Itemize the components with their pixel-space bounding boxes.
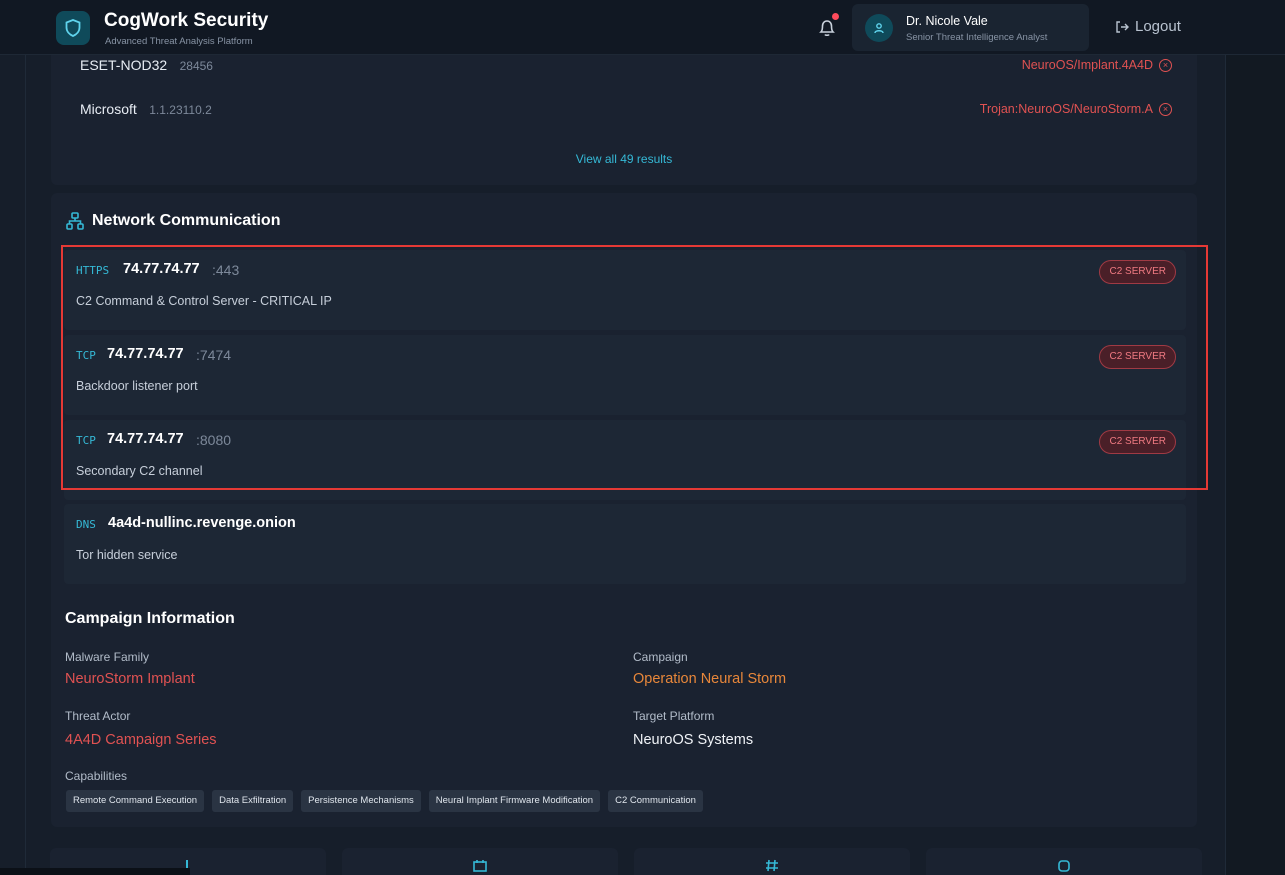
avatar[interactable] (865, 14, 893, 42)
capability-chip: Persistence Mechanisms (301, 790, 421, 812)
protocol-label: HTTPS (76, 264, 110, 277)
logout-label: Logout (1135, 18, 1181, 35)
hash-icon (766, 859, 778, 872)
logout-icon (1116, 20, 1129, 33)
ip-address: 74.77.74.77 (123, 261, 200, 277)
target-platform-label: Target Platform (633, 709, 715, 723)
campaign-section-title: Campaign Information (65, 610, 235, 627)
malware-family-label: Malware Family (65, 650, 150, 664)
port-number: :443 (212, 262, 240, 278)
malware-family-value: NeuroStorm Implant (65, 671, 195, 687)
page-frame-right (1225, 55, 1226, 875)
network-description: Tor hidden service (76, 548, 178, 562)
brand-logo[interactable] (56, 11, 90, 45)
capabilities-label: Capabilities (65, 769, 128, 783)
protocol-label: TCP (76, 349, 96, 362)
av-engine-name: ESET-NOD32 (80, 57, 168, 73)
network-description: Backdoor listener port (76, 379, 198, 393)
x-circle-icon: × (1159, 58, 1172, 72)
ip-address: 74.77.74.77 (107, 346, 184, 362)
capability-chip: Remote Command Execution (66, 790, 205, 812)
user-icon (874, 23, 884, 34)
av-engine-name: Microsoft (80, 101, 137, 117)
av-engine-version: 1.1.23110.2 (149, 103, 212, 117)
network-icon (66, 212, 84, 230)
threat-actor-value: 4A4D Campaign Series (65, 732, 217, 748)
campaign-value: Operation Neural Storm (633, 671, 787, 687)
calendar-icon (473, 860, 487, 872)
bell-icon[interactable] (816, 17, 838, 39)
av-detection: NeuroOS/Implant.4A4D × (1022, 58, 1172, 72)
capabilities-list: Remote Command Execution Data Exfiltrati… (66, 790, 703, 812)
av-result-row: Microsoft 1.1.23110.2 Trojan:NeuroOS/Neu… (80, 101, 1180, 123)
database-icon (1058, 860, 1070, 872)
network-item[interactable]: TCP 74.77.74.77 :7474 Backdoor listener … (64, 335, 1186, 415)
port-number: :8080 (196, 432, 232, 448)
ip-address: 74.77.74.77 (107, 431, 184, 447)
page-right-gutter (1226, 55, 1285, 875)
network-item[interactable]: HTTPS 74.77.74.77 :443 C2 Command & Cont… (64, 250, 1186, 330)
av-detection: Trojan:NeuroOS/NeuroStorm.A × (980, 102, 1172, 116)
network-item[interactable]: DNS 4a4d-nullinc.revenge.onion Tor hidde… (64, 504, 1186, 584)
av-detection-label: NeuroOS/Implant.4A4D (1021, 58, 1153, 72)
av-engine-version: 28456 (179, 59, 213, 73)
top-header: CogWork Security Advanced Threat Analysi… (0, 0, 1285, 55)
bottom-overlay (0, 868, 190, 875)
port-number: :7474 (196, 347, 232, 363)
network-description: Secondary C2 channel (76, 464, 203, 478)
threat-actor-label: Threat Actor (65, 709, 131, 723)
user-name: Dr. Nicole Vale (906, 14, 988, 28)
dns-hostname: 4a4d-nullinc.revenge.onion (108, 515, 296, 531)
c2-server-badge: C2 SERVER (1099, 345, 1176, 369)
protocol-label: DNS (76, 518, 96, 531)
capability-chip: Data Exfiltration (212, 790, 294, 812)
capability-chip: Neural Implant Firmware Modification (428, 790, 601, 812)
c2-server-badge: C2 SERVER (1099, 430, 1176, 454)
capability-chip: C2 Communication (608, 790, 703, 812)
av-detection-label: Trojan:NeuroOS/NeuroStorm.A (979, 102, 1153, 116)
network-item[interactable]: TCP 74.77.74.77 :8080 Secondary C2 chann… (64, 420, 1186, 500)
brand-subtitle: Advanced Threat Analysis Platform (105, 36, 253, 47)
brand-name: CogWork Security (104, 10, 269, 31)
av-result-row: ESET-NOD32 28456 NeuroOS/Implant.4A4D × (80, 57, 1180, 79)
c2-server-badge: C2 SERVER (1099, 260, 1176, 284)
network-section-title: Network Communication (92, 212, 281, 229)
notification-dot (832, 13, 839, 20)
target-platform-value: NeuroOS Systems (633, 732, 754, 748)
protocol-label: TCP (76, 434, 96, 447)
logout-button[interactable]: Logout (1115, 18, 1181, 35)
x-circle-icon: × (1159, 102, 1172, 116)
view-all-results-link[interactable]: View all 49 results (51, 152, 1197, 166)
network-description: C2 Command & Control Server - CRITICAL I… (76, 294, 332, 308)
page-frame-left (25, 55, 26, 875)
campaign-label: Campaign (633, 650, 688, 664)
user-role: Senior Threat Intelligence Analyst (906, 32, 1048, 43)
shield-icon (65, 19, 81, 37)
